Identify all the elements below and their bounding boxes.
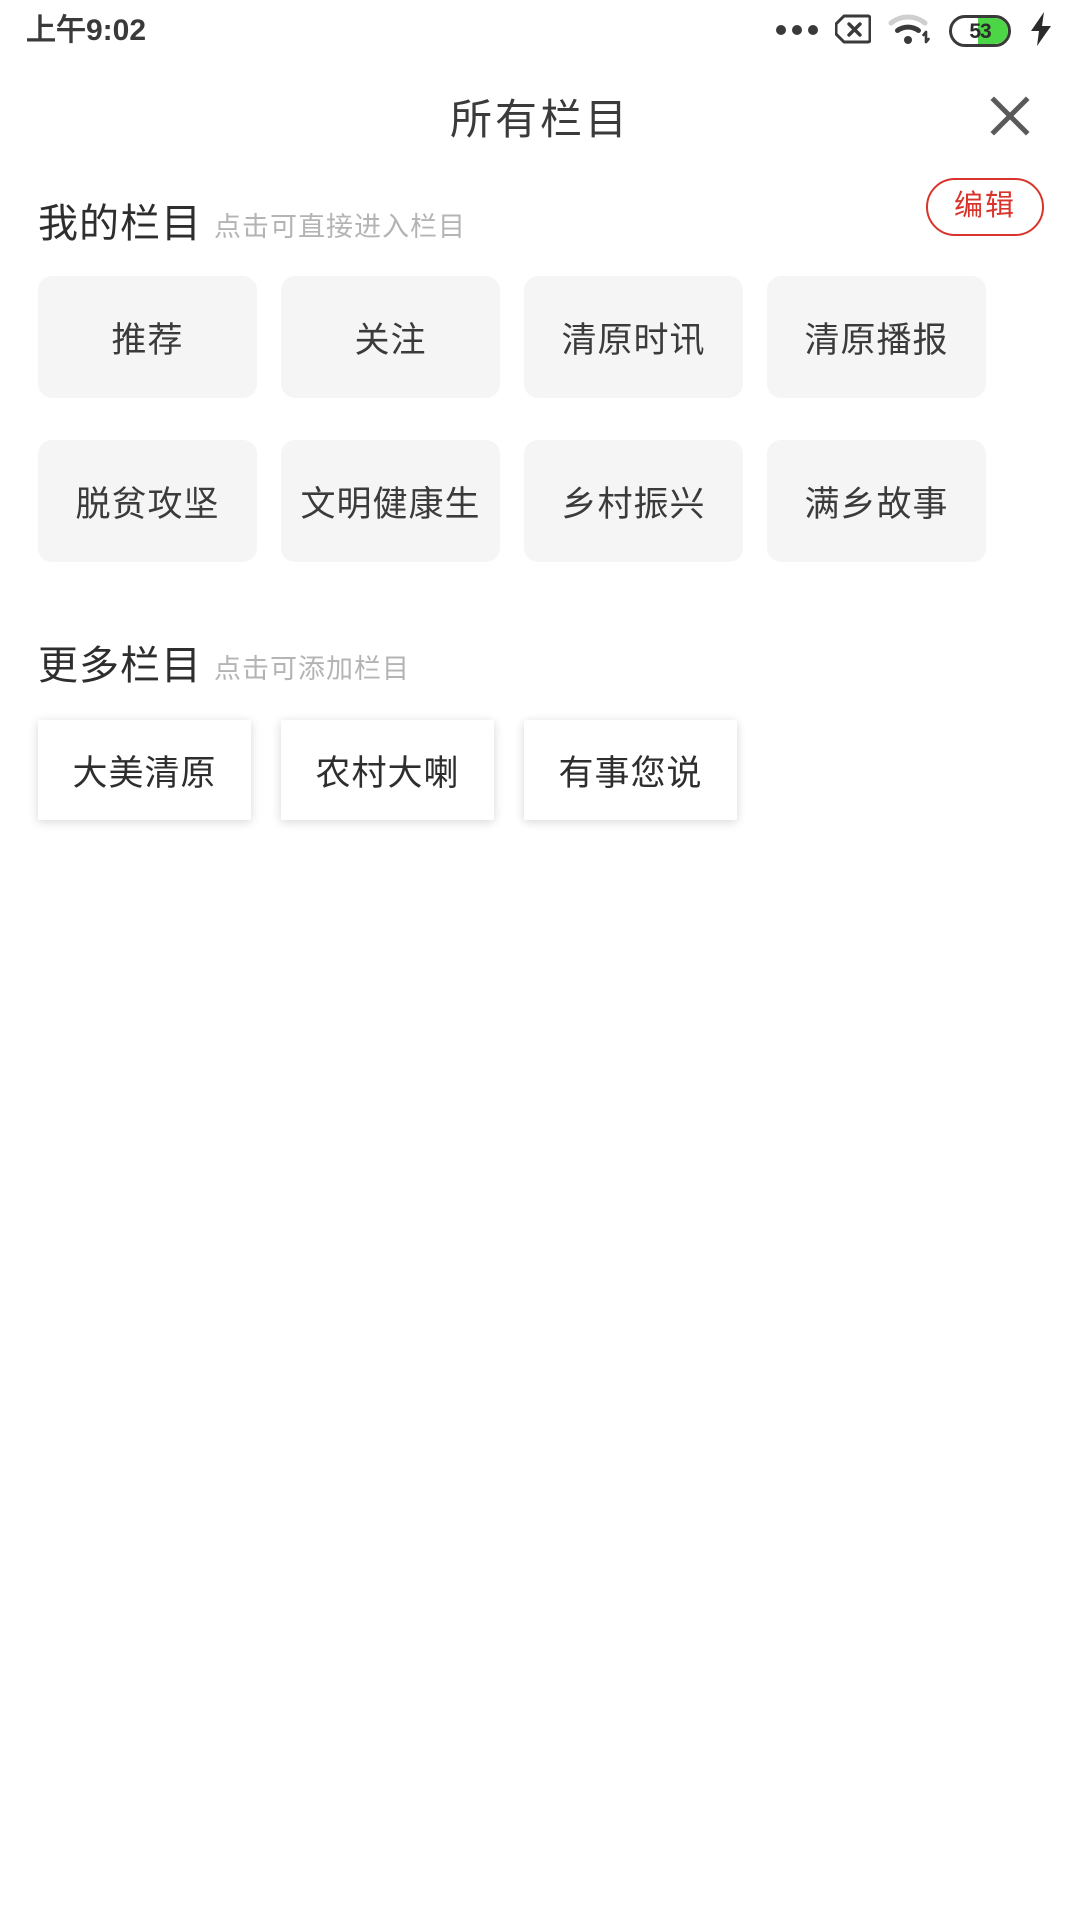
- more-columns-title: 更多栏目: [38, 644, 202, 688]
- more-dots-icon: [776, 24, 818, 38]
- my-columns-grid: 推荐 关注 清原时讯 清原播报 脱贫攻坚 文明健康生 乡村振兴 满乡故事: [0, 244, 1080, 562]
- status-bar-icons: 53: [776, 11, 1054, 52]
- status-bar: 上午9:02 53: [0, 0, 1080, 62]
- more-columns-subtitle: 点击可添加栏目: [214, 654, 410, 684]
- close-icon[interactable]: [974, 80, 1046, 152]
- my-columns-title: 我的栏目: [38, 202, 202, 246]
- more-columns-grid: 大美清原 农村大喇 有事您说: [0, 686, 1080, 820]
- more-column-tile[interactable]: 有事您说: [524, 720, 737, 820]
- battery-icon: 53: [949, 15, 1011, 47]
- my-columns-header: 我的栏目 点击可直接进入栏目 编辑: [0, 170, 1080, 244]
- my-column-tile[interactable]: 清原时讯: [524, 276, 743, 398]
- my-column-tile[interactable]: 清原播报: [767, 276, 986, 398]
- charging-bolt-icon: [1028, 11, 1054, 52]
- wifi-icon: [888, 12, 932, 51]
- more-column-tile[interactable]: 大美清原: [38, 720, 251, 820]
- battery-percent-label: 53: [969, 19, 991, 43]
- page-header: 所有栏目: [0, 62, 1080, 170]
- more-column-tile[interactable]: 农村大喇: [281, 720, 494, 820]
- my-column-tile[interactable]: 满乡故事: [767, 440, 986, 562]
- status-bar-time: 上午9:02: [26, 14, 147, 47]
- more-columns-header: 更多栏目 点击可添加栏目: [0, 612, 1080, 686]
- my-column-tile[interactable]: 脱贫攻坚: [38, 440, 257, 562]
- my-column-tile[interactable]: 推荐: [38, 276, 257, 398]
- more-columns-section: 更多栏目 点击可添加栏目 大美清原 农村大喇 有事您说: [0, 612, 1080, 820]
- edit-button[interactable]: 编辑: [925, 178, 1044, 236]
- my-columns-section: 我的栏目 点击可直接进入栏目 编辑 推荐 关注 清原时讯 清原播报 脱贫攻坚 文…: [0, 170, 1080, 562]
- my-column-tile[interactable]: 关注: [281, 276, 500, 398]
- page-title: 所有栏目: [449, 95, 630, 143]
- my-column-tile[interactable]: 乡村振兴: [524, 440, 743, 562]
- sim-card-disabled-icon: [834, 14, 872, 49]
- my-column-tile[interactable]: 文明健康生: [281, 440, 500, 562]
- my-columns-subtitle: 点击可直接进入栏目: [214, 212, 466, 242]
